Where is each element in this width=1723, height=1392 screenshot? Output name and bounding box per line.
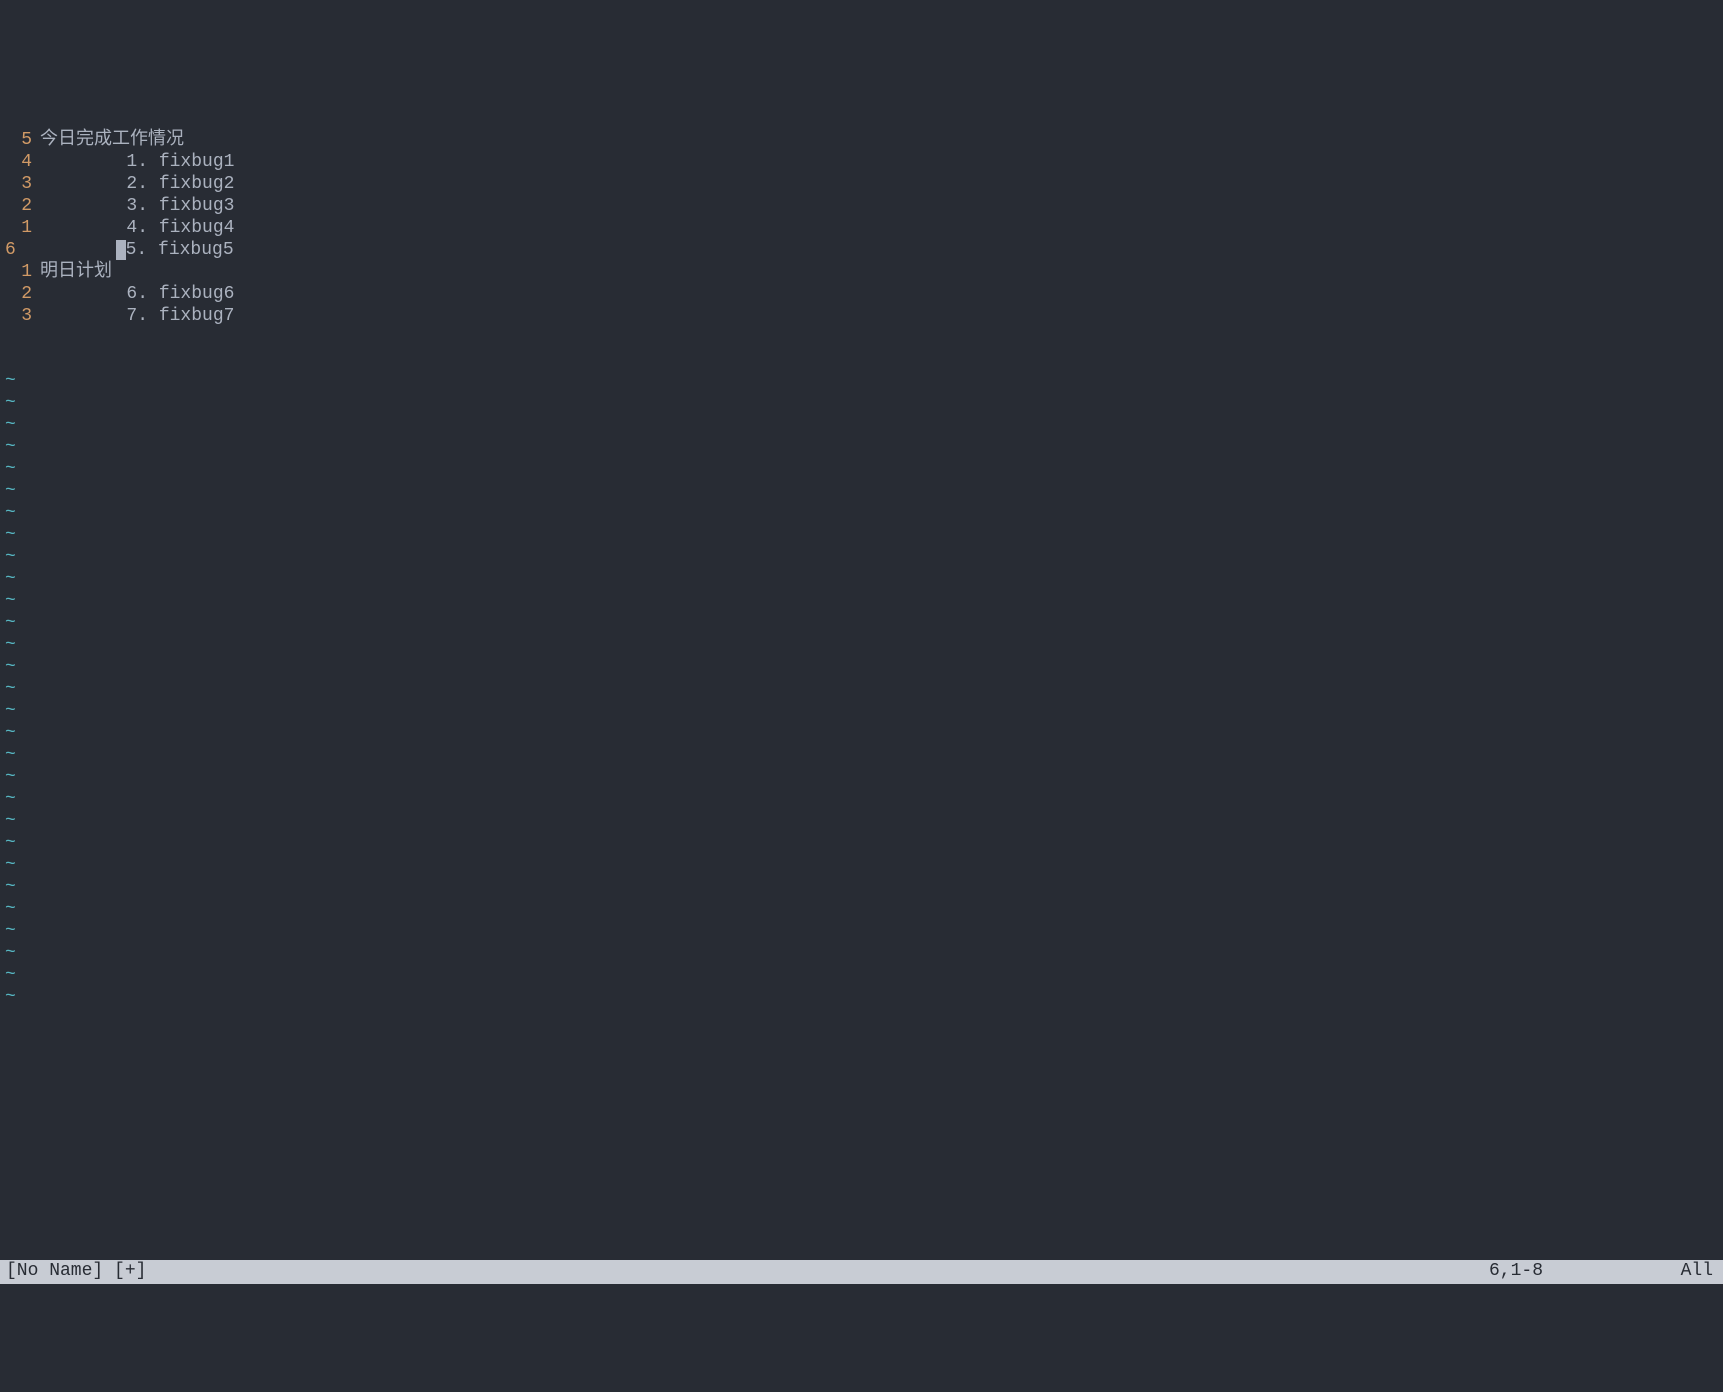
editor-line[interactable]: 3 2. fixbug2 [0, 174, 1723, 196]
empty-line-tilde: ~ [0, 657, 1723, 679]
editor-line[interactable]: 3 7. fixbug7 [0, 306, 1723, 328]
editor-line[interactable]: 1明日计划 [0, 262, 1723, 284]
status-bar: [No Name] [+] 6,1-8 All [0, 1260, 1723, 1284]
line-content[interactable]: 1. fixbug1 [40, 152, 234, 174]
status-scroll: All [1681, 1261, 1713, 1283]
line-content[interactable]: 2. fixbug2 [40, 174, 234, 196]
line-content[interactable]: 6. fixbug6 [40, 284, 234, 306]
empty-line-tilde: ~ [0, 789, 1723, 811]
line-content[interactable]: 7. fixbug7 [40, 306, 234, 328]
empty-line-tilde: ~ [0, 415, 1723, 437]
line-content[interactable]: 明日计划 [40, 262, 112, 284]
line-number-relative: 2 [0, 196, 40, 218]
text-editor[interactable]: 5今日完成工作情况4 1. fixbug13 2. fixbug22 3. fi… [0, 86, 1723, 1216]
editor-line[interactable]: 2 3. fixbug3 [0, 196, 1723, 218]
line-number-absolute: 6 [0, 240, 20, 262]
line-number-relative: 1 [0, 262, 40, 284]
line-number-relative: 5 [0, 130, 40, 152]
empty-line-tilde: ~ [0, 635, 1723, 657]
empty-line-tilde: ~ [0, 943, 1723, 965]
empty-line-tilde: ~ [0, 877, 1723, 899]
empty-line-tilde: ~ [0, 525, 1723, 547]
line-number-relative: 3 [0, 174, 40, 196]
editor-line[interactable]: 2 6. fixbug6 [0, 284, 1723, 306]
empty-line-tilde: ~ [0, 679, 1723, 701]
empty-line-tilde: ~ [0, 987, 1723, 1009]
empty-line-tilde: ~ [0, 899, 1723, 921]
line-number-relative: 3 [0, 306, 40, 328]
line-content[interactable]: 5. fixbug5 [40, 240, 234, 262]
line-content[interactable]: 3. fixbug3 [40, 196, 234, 218]
empty-line-tilde: ~ [0, 393, 1723, 415]
empty-line-tilde: ~ [0, 701, 1723, 723]
empty-line-tilde: ~ [0, 459, 1723, 481]
empty-line-tilde: ~ [0, 591, 1723, 613]
empty-line-tilde: ~ [0, 481, 1723, 503]
editor-line[interactable]: 6 5. fixbug5 [0, 240, 1723, 262]
cursor [116, 240, 126, 260]
line-number-relative: 1 [0, 218, 40, 240]
empty-line-tilde: ~ [0, 547, 1723, 569]
line-number-relative: 2 [0, 284, 40, 306]
empty-line-tilde: ~ [0, 855, 1723, 877]
empty-line-tilde: ~ [0, 613, 1723, 635]
empty-line-tilde: ~ [0, 921, 1723, 943]
status-file: [No Name] [+] [6, 1261, 146, 1283]
line-number-relative: 4 [0, 152, 40, 174]
empty-line-tilde: ~ [0, 503, 1723, 525]
editor-line[interactable]: 5今日完成工作情况 [0, 130, 1723, 152]
empty-line-tilde: ~ [0, 569, 1723, 591]
status-position: 6,1-8 [1489, 1261, 1543, 1283]
empty-line-tilde: ~ [0, 723, 1723, 745]
empty-line-tilde: ~ [0, 811, 1723, 833]
empty-line-tilde: ~ [0, 371, 1723, 393]
empty-line-tilde: ~ [0, 437, 1723, 459]
empty-line-tilde: ~ [0, 965, 1723, 987]
empty-line-tilde: ~ [0, 833, 1723, 855]
editor-line[interactable]: 4 1. fixbug1 [0, 152, 1723, 174]
line-content[interactable]: 今日完成工作情况 [40, 130, 184, 152]
line-content[interactable]: 4. fixbug4 [40, 218, 234, 240]
empty-line-tilde: ~ [0, 767, 1723, 789]
empty-line-tilde: ~ [0, 745, 1723, 767]
editor-line[interactable]: 1 4. fixbug4 [0, 218, 1723, 240]
